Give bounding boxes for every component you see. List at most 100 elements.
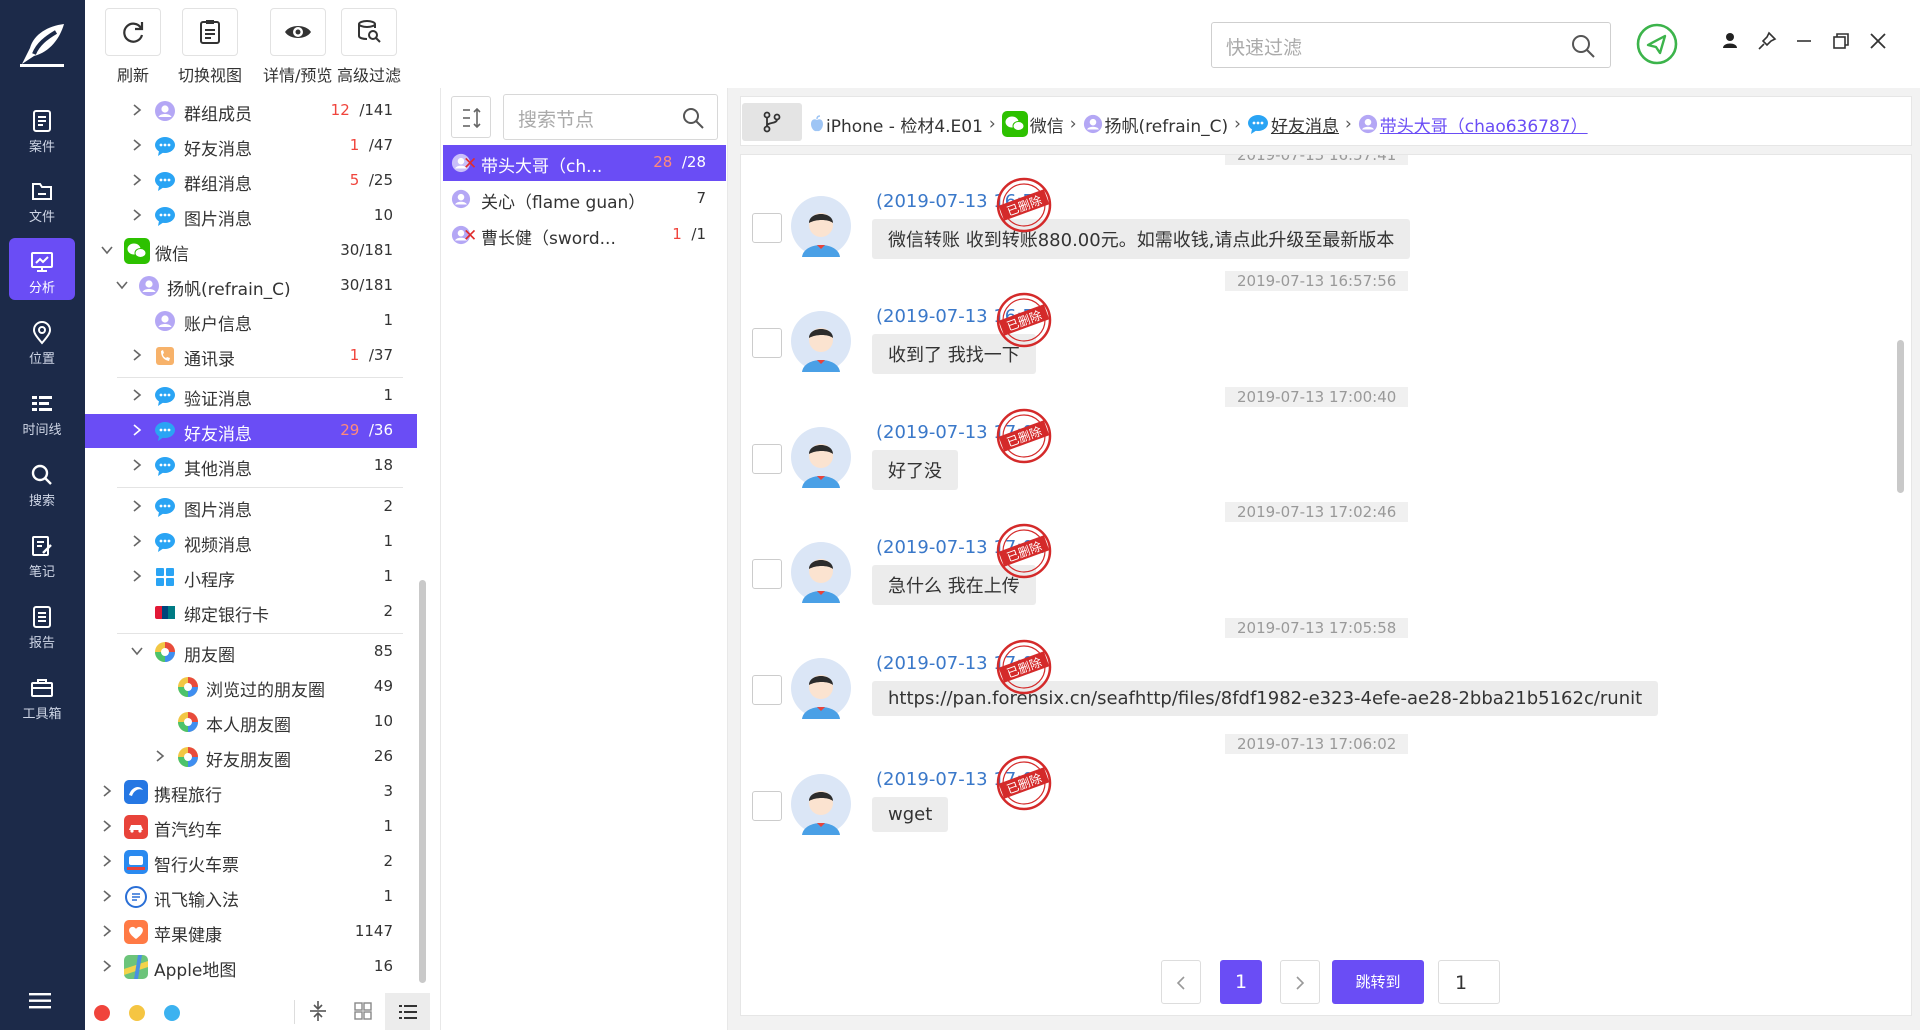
tree-item-friend-messages-selected[interactable]: 好友消息 29 /36 [85, 414, 417, 448]
chevron-right-icon[interactable] [100, 854, 114, 868]
chevron-right-icon[interactable] [153, 749, 167, 763]
search-icon[interactable] [681, 106, 705, 130]
detail-preview-button[interactable]: 详情/预览 [263, 8, 332, 86]
breadcrumb-app[interactable]: 微信 [1030, 112, 1064, 137]
tree-item-contacts[interactable]: 通讯录 1 /37 [85, 339, 417, 373]
message-checkbox[interactable] [752, 328, 782, 358]
tree-item-verify-messages[interactable]: 验证消息 1 [85, 379, 417, 413]
chevron-right-icon[interactable] [130, 103, 144, 117]
minimize-icon[interactable] [1793, 30, 1815, 52]
chevron-right-icon[interactable] [130, 499, 144, 513]
chevron-down-icon[interactable] [130, 644, 144, 658]
tree-scrollbar[interactable] [419, 580, 426, 983]
branch-button[interactable] [742, 103, 802, 141]
tree-item-wechat[interactable]: 微信 30/181 [85, 234, 417, 268]
chevron-right-icon[interactable] [100, 959, 114, 973]
chevron-right-icon[interactable] [130, 534, 144, 548]
chevron-right-icon[interactable] [130, 208, 144, 222]
tree-item-other-messages[interactable]: 其他消息 18 [85, 449, 417, 483]
tree-item-friend-moments[interactable]: 好友朋友圈 26 [85, 740, 417, 774]
list-view-button[interactable] [385, 993, 430, 1030]
tree-item-apple-health[interactable]: 苹果健康 1147 [85, 915, 417, 949]
page-number-current[interactable]: 1 [1220, 960, 1262, 1004]
tree-item-bank-card[interactable]: 绑定银行卡 2 [85, 595, 417, 629]
rail-analysis[interactable]: 分析 [9, 238, 75, 300]
contact-item-selected[interactable]: ✕ 带头大哥（ch... 28 /28 [443, 145, 726, 181]
chevron-right-icon[interactable] [100, 784, 114, 798]
rail-search[interactable]: 搜索 [9, 451, 75, 513]
yellow-status-dot[interactable] [129, 1005, 145, 1021]
rail-timeline[interactable]: 时间线 [9, 380, 75, 442]
tree-item-moments[interactable]: 朋友圈 85 [85, 635, 417, 669]
blue-status-dot[interactable] [164, 1005, 180, 1021]
chevron-right-icon[interactable] [130, 569, 144, 583]
chevron-right-icon[interactable] [130, 388, 144, 402]
node-search-input[interactable]: 搜索节点 [503, 94, 718, 140]
close-icon[interactable] [1867, 30, 1889, 52]
tree-item-apple-maps[interactable]: Apple地图 16 [85, 950, 417, 984]
rail-report[interactable]: 报告 [9, 593, 75, 655]
red-status-dot[interactable] [94, 1005, 110, 1021]
message-bubble[interactable]: 好了没 [872, 450, 958, 490]
breadcrumb-contact[interactable]: 带头大哥（chao636787） [1380, 112, 1588, 137]
user-icon[interactable] [1719, 30, 1741, 52]
message-checkbox[interactable] [752, 444, 782, 474]
rail-case[interactable]: 案件 [9, 97, 75, 159]
rail-location[interactable]: 位置 [9, 309, 75, 371]
contact-item[interactable]: ✕ 曹长健（sword... 1 /1 [443, 217, 726, 253]
search-icon[interactable] [1570, 33, 1596, 59]
chevron-right-icon[interactable] [130, 173, 144, 187]
tree-item-zhixing-train[interactable]: 智行火车票 2 [85, 845, 417, 879]
tree-item-browsed-moments[interactable]: 浏览过的朋友圈 49 [85, 670, 417, 704]
restore-icon[interactable] [1830, 30, 1852, 52]
breadcrumb-account[interactable]: 扬帆(refrain_C) [1105, 112, 1229, 137]
quick-filter-input[interactable]: 快速过滤 [1211, 22, 1611, 68]
tree-item-video-messages[interactable]: 视频消息 1 [85, 525, 417, 559]
message-bubble[interactable]: 微信转账 收到转账880.00元。如需收钱,请点此升级至最新版本 [872, 219, 1411, 259]
sort-button[interactable] [451, 96, 491, 138]
chevron-right-icon[interactable] [130, 348, 144, 362]
send-status-icon[interactable] [1635, 22, 1679, 66]
breadcrumb-device[interactable]: iPhone - 检材4.E01 [826, 112, 983, 137]
tree-item-ctrip[interactable]: 携程旅行 3 [85, 775, 417, 809]
contact-item[interactable]: 关心（flame guan） 7 [443, 181, 726, 217]
message-bubble[interactable]: wget [872, 797, 949, 832]
message-checkbox[interactable] [752, 559, 782, 589]
tree-item-image-messages-wechat[interactable]: 图片消息 2 [85, 490, 417, 524]
chevron-down-icon[interactable] [115, 278, 129, 292]
tree-item-iflytek-input[interactable]: 讯飞输入法 1 [85, 880, 417, 914]
tree-item-wechat-account[interactable]: 扬帆(refrain_C) 30/181 [85, 269, 417, 303]
rail-toolbox[interactable]: 工具箱 [9, 664, 75, 726]
tree-item-own-moments[interactable]: 本人朋友圈 10 [85, 705, 417, 739]
rail-file[interactable]: 文件 [9, 167, 75, 229]
tree-item-friend-messages-qq[interactable]: 好友消息 1 /47 [85, 129, 417, 163]
chevron-right-icon[interactable] [100, 819, 114, 833]
chevron-right-icon[interactable] [100, 889, 114, 903]
tree-item-mini-program[interactable]: 小程序 1 [85, 560, 417, 594]
chevron-right-icon[interactable] [130, 458, 144, 472]
switch-view-button[interactable]: 切换视图 [178, 8, 242, 86]
chat-scrollbar[interactable] [1897, 340, 1904, 493]
tree-item-group-members[interactable]: 群组成员 12 /141 [85, 94, 417, 128]
pin-icon[interactable] [1756, 30, 1778, 52]
chevron-right-icon[interactable] [130, 423, 144, 437]
menu-icon[interactable] [27, 990, 57, 1012]
prev-page-button[interactable] [1161, 960, 1201, 1004]
collapse-all-icon[interactable] [306, 1000, 330, 1022]
tree-item-account-info[interactable]: 账户信息 1 [85, 304, 417, 338]
message-checkbox[interactable] [752, 213, 782, 243]
advanced-filter-button[interactable]: 高级过滤 [337, 8, 401, 86]
message-checkbox[interactable] [752, 791, 782, 821]
message-checkbox[interactable] [752, 675, 782, 705]
message-bubble[interactable]: https://pan.forensix.cn/seafhttp/files/8… [872, 681, 1659, 716]
next-page-button[interactable] [1280, 960, 1320, 1004]
rail-note[interactable]: 笔记 [9, 522, 75, 584]
tree-item-group-messages[interactable]: 群组消息 5 /25 [85, 164, 417, 198]
jump-page-input[interactable]: 1 [1438, 960, 1500, 1004]
grid-view-icon[interactable] [351, 1000, 375, 1022]
jump-to-page-button[interactable]: 跳转到 [1332, 960, 1424, 1004]
tree-item-image-messages[interactable]: 图片消息 10 [85, 199, 417, 233]
chevron-down-icon[interactable] [100, 243, 114, 257]
breadcrumb-category[interactable]: 好友消息 [1271, 112, 1339, 137]
chevron-right-icon[interactable] [100, 924, 114, 938]
